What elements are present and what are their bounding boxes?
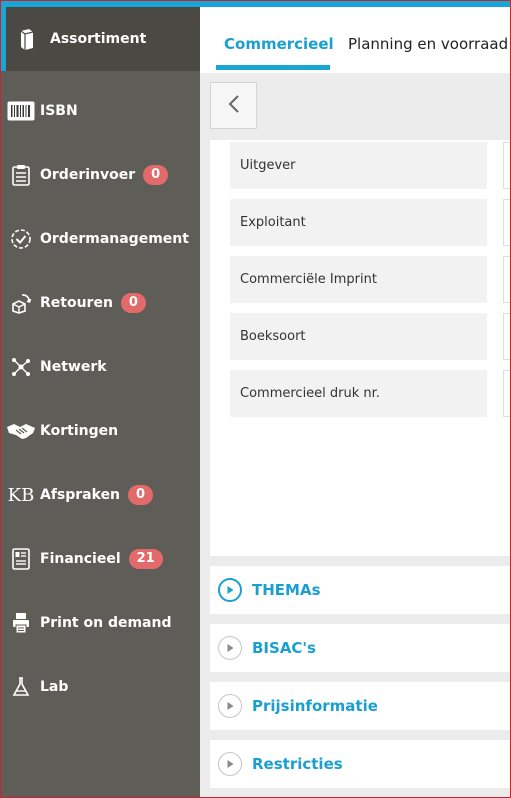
sidebar-item-ordermanagement[interactable]: Ordermanagement	[0, 207, 200, 271]
field-label-commerciele-imprint: Commerciële Imprint	[230, 256, 487, 303]
count-badge: 0	[120, 293, 146, 313]
sidebar-item-label: Orderinvoer	[40, 167, 136, 183]
tab-commercieel[interactable]: Commercieel	[224, 35, 334, 53]
flask-icon	[4, 677, 38, 697]
tab-planning-en-voorraad[interactable]: Planning en voorraad	[348, 35, 508, 53]
count-badge: 0	[143, 165, 169, 185]
section-themas[interactable]: THEMAs	[210, 566, 511, 614]
exploitant-input[interactable]	[503, 199, 511, 246]
sidebar-item-label: Retouren	[40, 295, 113, 311]
sidebar-item-label: Ordermanagement	[40, 231, 189, 247]
return-box-icon	[4, 292, 38, 314]
section-bisacs[interactable]: BISAC's	[210, 624, 511, 672]
invoice-icon	[4, 548, 38, 570]
clipboard-icon	[4, 164, 38, 186]
sidebar-item-retouren[interactable]: Retouren 0	[0, 271, 200, 335]
field-label-boeksoort: Boeksoort	[230, 313, 487, 360]
section-prijsinformatie[interactable]: Prijsinformatie	[210, 682, 511, 730]
sidebar-item-label: Print on demand	[40, 615, 172, 631]
boeksoort-input[interactable]	[503, 313, 511, 360]
sidebar-item-assortiment[interactable]: Assortiment	[0, 7, 200, 71]
sidebar-item-netwerk[interactable]: Netwerk	[0, 335, 200, 399]
field-label-exploitant: Exploitant	[230, 199, 487, 246]
top-accent-bar	[0, 0, 511, 7]
commercial-fields-panel: Uitgever Exploitant Commerciële Imprint …	[210, 140, 511, 556]
network-icon	[4, 356, 38, 378]
back-button[interactable]	[210, 82, 257, 129]
chevron-left-icon	[228, 94, 240, 118]
commercieel-druk-nr-input[interactable]	[503, 370, 511, 417]
sidebar-item-label: Kortingen	[40, 423, 119, 439]
handshake-icon	[4, 421, 38, 441]
commerciele-imprint-input[interactable]	[503, 256, 511, 303]
sidebar-item-financieel[interactable]: Financieel 21	[0, 527, 200, 591]
sidebar: Assortiment ISBN Orderinvoer 0 Ordermana…	[0, 0, 200, 798]
sidebar-item-isbn[interactable]: ISBN	[0, 79, 200, 143]
play-circle-icon	[218, 578, 242, 602]
toolbar	[200, 73, 511, 140]
sidebar-item-print-on-demand[interactable]: Print on demand	[0, 591, 200, 655]
sidebar-item-kortingen[interactable]: Kortingen	[0, 399, 200, 463]
sidebar-item-orderinvoer[interactable]: Orderinvoer 0	[0, 143, 200, 207]
sidebar-item-label: Lab	[40, 679, 69, 695]
section-label: BISAC's	[252, 639, 316, 657]
sidebar-item-label: Financieel	[40, 551, 121, 567]
play-circle-icon	[218, 694, 242, 718]
barcode-icon	[4, 101, 38, 121]
uitgever-input[interactable]	[503, 142, 511, 189]
sidebar-item-label: Afspraken	[40, 487, 121, 503]
section-label: THEMAs	[252, 581, 321, 599]
count-badge: 21	[128, 549, 163, 569]
main-content: Commercieel Planning en voorraad Uitgeve…	[200, 7, 511, 798]
sidebar-item-lab[interactable]: Lab	[0, 655, 200, 719]
sidebar-item-label: Assortiment	[50, 31, 147, 47]
sidebar-item-afspraken[interactable]: KB Afspraken 0	[0, 463, 200, 527]
check-circle-icon	[4, 228, 38, 250]
field-label-uitgever: Uitgever	[230, 142, 487, 189]
books-icon	[10, 27, 44, 51]
play-circle-icon	[218, 752, 242, 776]
tab-bar: Commercieel Planning en voorraad	[200, 7, 511, 73]
section-restricties[interactable]: Restricties	[210, 740, 511, 788]
section-label: Restricties	[252, 755, 343, 773]
active-tab-indicator	[216, 65, 330, 70]
sidebar-item-label: Netwerk	[40, 359, 107, 375]
play-circle-icon	[218, 636, 242, 660]
sidebar-item-label: ISBN	[40, 103, 78, 119]
field-label-commercieel-druk-nr: Commercieel druk nr.	[230, 370, 487, 417]
count-badge: 0	[128, 485, 154, 505]
section-label: Prijsinformatie	[252, 697, 378, 715]
kb-logo-icon: KB	[7, 484, 35, 506]
printer-icon	[4, 612, 38, 634]
